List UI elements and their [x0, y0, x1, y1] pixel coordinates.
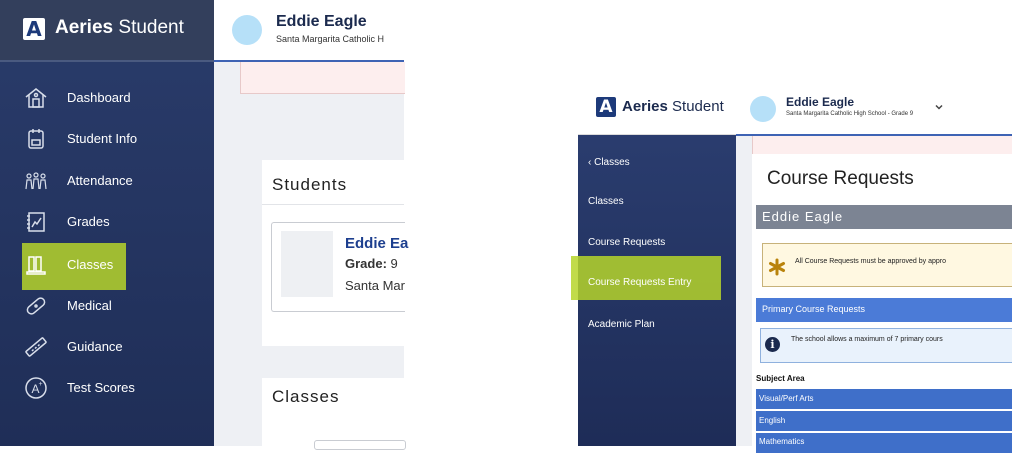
- avatar[interactable]: [750, 96, 776, 122]
- sidebar-item-attendance[interactable]: Attendance: [0, 161, 214, 201]
- subject-row-english[interactable]: [756, 411, 1012, 432]
- sidebar-item-label: Attendance: [67, 173, 133, 188]
- home-icon: [24, 86, 48, 110]
- avatar[interactable]: [232, 15, 262, 45]
- svg-text:+: +: [39, 381, 43, 388]
- grade-label: Grade:: [345, 256, 387, 271]
- info-message-text: The school allows a maximum of 7 primary…: [791, 336, 943, 343]
- sidebar-item-course-requests-entry[interactable]: Course Requests Entry: [588, 277, 691, 288]
- alert-banner: [240, 62, 405, 94]
- subject-area-header: Subject Area: [756, 374, 805, 383]
- student-school-header: Santa Margarita Catholic H: [276, 34, 385, 44]
- sidebar-item-label: Classes: [67, 257, 114, 272]
- classes-icon: [24, 253, 48, 277]
- subject-row-label: Mathematics: [759, 437, 805, 446]
- classes-heading: Classes: [272, 387, 340, 406]
- medical-icon: [24, 294, 48, 318]
- student-info-icon: [24, 127, 48, 151]
- sidebar-item-dashboard[interactable]: Dashboard: [0, 78, 214, 118]
- app-brand: Aeries Student: [622, 98, 724, 115]
- aeries-logo-icon: A: [23, 18, 45, 40]
- subject-row-label: Visual/Perf Arts: [759, 394, 814, 403]
- sidebar-item-label: Dashboard: [67, 90, 131, 105]
- class-card-stub: [314, 440, 406, 450]
- subject-row-label: English: [759, 416, 786, 425]
- alert-banner: [752, 136, 1012, 155]
- student-name-header[interactable]: Eddie Eagle: [786, 95, 854, 109]
- divider: [262, 204, 404, 205]
- page-title: Course Requests: [767, 168, 914, 189]
- sidebar-item-classes[interactable]: Classes: [588, 196, 624, 207]
- info-message: [760, 328, 1012, 363]
- sidebar-item-academic-plan[interactable]: Academic Plan: [588, 319, 655, 330]
- student-card-name[interactable]: Eddie Ea: [345, 235, 408, 252]
- chevron-down-icon[interactable]: [933, 101, 945, 113]
- sidebar-item-classes[interactable]: Classes: [0, 245, 214, 285]
- app-brand: Aeries Student: [55, 17, 184, 39]
- sidebar-item-guidance[interactable]: Guidance: [0, 327, 214, 367]
- sidebar-item-student-info[interactable]: Student Info: [0, 119, 214, 159]
- attendance-icon: [24, 169, 48, 193]
- approval-warning: [762, 243, 1012, 287]
- guidance-icon: [24, 335, 48, 359]
- sidebar-item-label: Medical: [67, 298, 112, 313]
- student-photo: [281, 231, 333, 297]
- student-school-header: Santa Margarita Catholic High School - G…: [786, 111, 914, 117]
- sidebar-item-test-scores[interactable]: A + Test Scores: [0, 368, 214, 408]
- grade-value: 9: [390, 256, 398, 271]
- sidebar-item-label: Test Scores: [67, 380, 135, 395]
- sidebar-item-label: Guidance: [67, 339, 123, 354]
- grades-icon: [24, 210, 48, 234]
- brand-bold: Aeries: [55, 17, 114, 38]
- brand-bold: Aeries: [622, 98, 668, 115]
- brand-light: Student: [672, 98, 724, 115]
- primary-course-requests-label: Primary Course Requests: [762, 304, 866, 314]
- student-name-header[interactable]: Eddie Eagle: [276, 13, 367, 31]
- info-icon: i: [765, 337, 780, 352]
- sidebar-item-label: Student Info: [67, 131, 138, 146]
- students-heading: Students: [272, 175, 348, 194]
- sidebar-item-course-requests[interactable]: Course Requests: [588, 237, 665, 248]
- test-scores-icon: A +: [24, 376, 48, 400]
- brand-light: Student: [118, 17, 184, 38]
- aeries-logo-icon: A: [596, 97, 616, 117]
- sidebar-item-label: Grades: [67, 214, 110, 229]
- sidebar-item-medical[interactable]: Medical: [0, 286, 214, 326]
- back-to-classes-link[interactable]: ‹ Classes: [588, 157, 630, 168]
- asterisk-icon: [768, 258, 786, 276]
- student-card-grade: Grade: 9: [345, 256, 398, 271]
- approval-warning-text: All Course Requests must be approved by …: [795, 258, 946, 265]
- student-bar-name: Eddie Eagle: [762, 209, 844, 224]
- sidebar-item-grades[interactable]: Grades: [0, 202, 214, 242]
- student-card-school: Santa Mar: [345, 278, 405, 293]
